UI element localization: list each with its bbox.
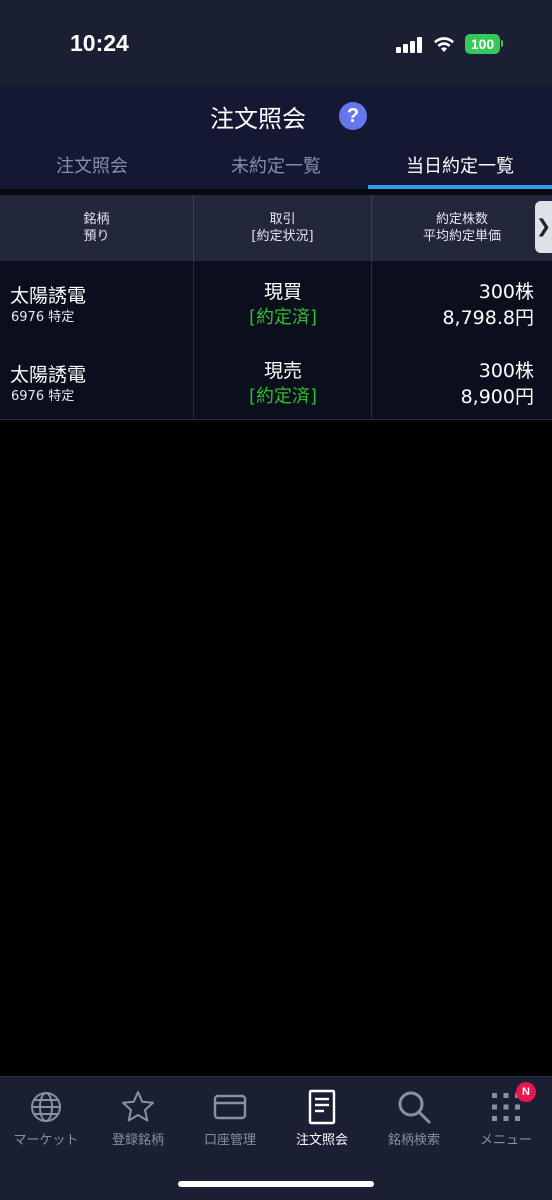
star-icon [122, 1091, 154, 1122]
column-header-quantity-price[interactable]: 約定株数 平均約定単価 [372, 195, 552, 261]
stock-code-account: 6976 特定 [11, 310, 75, 325]
nav-label-market: マーケット [13, 1133, 79, 1148]
average-price: 8,900円 [460, 386, 534, 408]
wifi-icon [434, 37, 454, 52]
home-indicator[interactable] [178, 1181, 374, 1187]
column-header-trade-line1: 取引 [269, 212, 296, 227]
column-header-stock-line2: 預り [83, 229, 110, 244]
table-row[interactable]: 太陽誘電 6976 特定 現売 [約定済] 300株 8,900円 [0, 340, 552, 420]
signal-icon [396, 37, 422, 53]
page-title: 注文照会 [210, 105, 306, 133]
nav-item-market[interactable]: マーケット [0, 1077, 92, 1153]
column-header-price-line2: 平均約定単価 [422, 229, 501, 244]
tab-unexecuted-list[interactable]: 未約定一覧 [184, 148, 368, 190]
nav-item-menu[interactable]: メニュー [460, 1077, 552, 1153]
document-icon [308, 1089, 336, 1125]
nav-label-stock-search: 銘柄検索 [387, 1133, 440, 1148]
nav-label-account: 口座管理 [203, 1133, 256, 1148]
tab-bar: 注文照会 未約定一覧 当日約定一覧 [0, 148, 552, 190]
help-icon[interactable]: ? [339, 102, 367, 130]
column-header-trade-line2: [約定状況] [251, 229, 314, 244]
battery-icon: 100 [465, 34, 500, 54]
stock-cell: 太陽誘電 6976 特定 [0, 340, 194, 420]
status-time: 10:24 [70, 30, 129, 56]
trade-type: 現買 [263, 281, 302, 303]
nav-label-order-inquiry: 注文照会 [295, 1133, 348, 1148]
executed-quantity: 300株 [478, 281, 534, 303]
stock-name: 太陽誘電 [10, 364, 87, 386]
execution-status: [約定済] [248, 386, 318, 407]
trade-type: 現売 [263, 360, 302, 382]
column-header-stock[interactable]: 銘柄 預り [0, 195, 194, 261]
nav-label-watchlist: 登録銘柄 [111, 1133, 164, 1148]
quantity-price-cell: 300株 8,798.8円 [372, 261, 552, 341]
nav-item-stock-search[interactable]: 銘柄検索 [368, 1077, 460, 1153]
battery-tip [501, 40, 503, 47]
table-row[interactable]: 太陽誘電 6976 特定 現買 [約定済] 300株 8,798.8円 [0, 261, 552, 341]
quantity-price-cell: 300株 8,900円 [372, 340, 552, 420]
table-header: 銘柄 預り 取引 [約定状況] 約定株数 平均約定単価 [0, 195, 552, 261]
notification-badge: N [516, 1082, 536, 1102]
tab-today-executed-list[interactable]: 当日約定一覧 [368, 148, 552, 190]
trade-cell: 現売 [約定済] [194, 340, 372, 420]
stock-code-account: 6976 特定 [11, 389, 75, 404]
execution-status: [約定済] [248, 307, 318, 328]
nav-item-watchlist[interactable]: 登録銘柄 [92, 1077, 184, 1153]
card-icon [213, 1094, 247, 1120]
tab-order-inquiry[interactable]: 注文照会 [0, 148, 184, 190]
status-bar: 10:24 100 [0, 0, 552, 86]
stock-cell: 太陽誘電 6976 特定 [0, 261, 194, 341]
column-header-quantity-line1: 約定株数 [435, 212, 488, 227]
average-price: 8,798.8円 [442, 307, 534, 329]
nav-item-account[interactable]: 口座管理 [184, 1077, 276, 1153]
nav-label-menu: メニュー [479, 1133, 532, 1148]
scroll-right-chevron-icon[interactable]: ❯ [535, 201, 552, 253]
column-header-trade[interactable]: 取引 [約定状況] [194, 195, 372, 261]
trade-cell: 現買 [約定済] [194, 261, 372, 341]
search-icon [398, 1091, 431, 1124]
stock-name: 太陽誘電 [10, 285, 87, 307]
column-header-stock-line1: 銘柄 [83, 212, 110, 227]
executed-quantity: 300株 [478, 360, 534, 382]
globe-icon [31, 1092, 61, 1122]
nav-item-order-inquiry[interactable]: 注文照会 [276, 1077, 368, 1153]
